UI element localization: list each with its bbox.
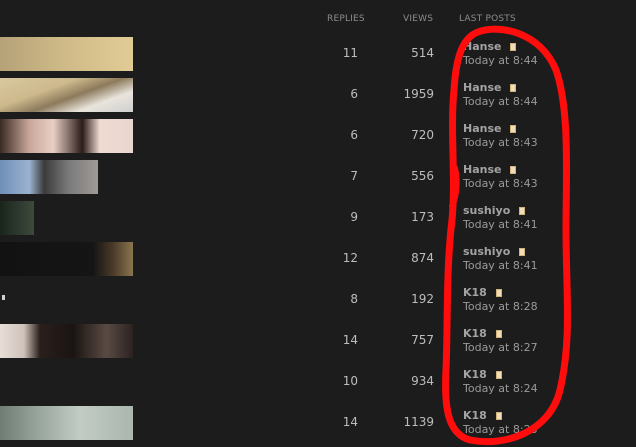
last-post-time: Today at 8:24 bbox=[463, 382, 538, 395]
replies-count: 10 bbox=[342, 374, 358, 388]
last-post-time: Today at 8:44 bbox=[463, 95, 538, 108]
username: Hanse bbox=[463, 122, 502, 135]
go-to-post-icon[interactable] bbox=[495, 289, 502, 297]
views-count: 192 bbox=[411, 292, 434, 306]
replies-count: 11 bbox=[342, 46, 358, 60]
username: sushiyo bbox=[463, 245, 511, 258]
username: K18 bbox=[463, 286, 487, 299]
views-column-header: VIEWS bbox=[403, 14, 434, 24]
thread-thumbnail[interactable] bbox=[0, 37, 133, 71]
thread-thumbnail[interactable] bbox=[0, 160, 98, 194]
thread-row[interactable]: 6 720 Hanse Today at 8:43 bbox=[0, 119, 636, 160]
replies-count: 7 bbox=[350, 169, 358, 183]
last-post-user-link[interactable]: Hanse bbox=[463, 163, 517, 176]
replies-count: 6 bbox=[350, 128, 358, 142]
username: K18 bbox=[463, 409, 487, 422]
thread-list: REPLIES VIEWS LAST POSTS 11 514 Hanse To… bbox=[0, 0, 636, 447]
thread-title-fragment bbox=[2, 295, 5, 300]
username: K18 bbox=[463, 327, 487, 340]
last-post-time: Today at 8:41 bbox=[463, 218, 538, 231]
thread-thumbnail[interactable] bbox=[0, 119, 133, 153]
go-to-post-icon[interactable] bbox=[510, 84, 517, 92]
last-post-user-link[interactable]: K18 bbox=[463, 286, 502, 299]
views-count: 173 bbox=[411, 210, 434, 224]
views-count: 874 bbox=[411, 251, 434, 265]
thread-row[interactable]: 14 757 K18 Today at 8:27 bbox=[0, 324, 636, 365]
replies-count: 14 bbox=[342, 333, 358, 347]
last-post-time: Today at 8:27 bbox=[463, 341, 538, 354]
go-to-post-icon[interactable] bbox=[510, 125, 517, 133]
thread-row[interactable]: 8 192 K18 Today at 8:28 bbox=[0, 283, 636, 324]
username: Hanse bbox=[463, 163, 502, 176]
last-post-user-link[interactable]: sushiyo bbox=[463, 245, 526, 258]
views-count: 934 bbox=[411, 374, 434, 388]
thread-row[interactable]: 6 1959 Hanse Today at 8:44 bbox=[0, 78, 636, 119]
go-to-post-icon[interactable] bbox=[510, 166, 517, 174]
go-to-post-icon[interactable] bbox=[495, 412, 502, 420]
replies-count: 9 bbox=[350, 210, 358, 224]
username: Hanse bbox=[463, 40, 502, 53]
last-post-user-link[interactable]: Hanse bbox=[463, 81, 517, 94]
last-posts-column-header: LAST POSTS bbox=[459, 14, 516, 24]
views-count: 514 bbox=[411, 46, 434, 60]
thread-thumbnail[interactable] bbox=[0, 242, 133, 276]
replies-count: 12 bbox=[342, 251, 358, 265]
last-post-time: Today at 8:28 bbox=[463, 300, 538, 313]
views-count: 556 bbox=[411, 169, 434, 183]
username: Hanse bbox=[463, 81, 502, 94]
go-to-post-icon[interactable] bbox=[519, 207, 526, 215]
last-post-time: Today at 8:44 bbox=[463, 54, 538, 67]
thread-thumbnail[interactable] bbox=[0, 201, 34, 235]
thread-row[interactable]: 9 173 sushiyo Today at 8:41 bbox=[0, 201, 636, 242]
thread-thumbnail[interactable] bbox=[0, 78, 133, 112]
go-to-post-icon[interactable] bbox=[495, 371, 502, 379]
last-post-user-link[interactable]: K18 bbox=[463, 409, 502, 422]
thread-thumbnail[interactable] bbox=[0, 324, 133, 358]
last-post-time: Today at 8:43 bbox=[463, 177, 538, 190]
last-post-time: Today at 8:41 bbox=[463, 259, 538, 272]
last-post-user-link[interactable]: K18 bbox=[463, 327, 502, 340]
go-to-post-icon[interactable] bbox=[510, 43, 517, 51]
replies-count: 8 bbox=[350, 292, 358, 306]
thread-row[interactable]: 10 934 K18 Today at 8:24 bbox=[0, 365, 636, 406]
username: sushiyo bbox=[463, 204, 511, 217]
go-to-post-icon[interactable] bbox=[495, 330, 502, 338]
thread-row[interactable]: 14 1139 K18 Today at 8:23 bbox=[0, 406, 636, 447]
go-to-post-icon[interactable] bbox=[519, 248, 526, 256]
replies-column-header: REPLIES bbox=[327, 14, 365, 24]
thread-row[interactable]: 7 556 Hanse Today at 8:43 bbox=[0, 160, 636, 201]
last-post-time: Today at 8:43 bbox=[463, 136, 538, 149]
replies-count: 6 bbox=[350, 87, 358, 101]
username: K18 bbox=[463, 368, 487, 381]
last-post-time: Today at 8:23 bbox=[463, 423, 538, 436]
thread-row[interactable]: 12 874 sushiyo Today at 8:41 bbox=[0, 242, 636, 283]
last-post-user-link[interactable]: sushiyo bbox=[463, 204, 526, 217]
views-count: 720 bbox=[411, 128, 434, 142]
last-post-user-link[interactable]: Hanse bbox=[463, 40, 517, 53]
thread-thumbnail[interactable] bbox=[0, 406, 133, 440]
last-post-user-link[interactable]: K18 bbox=[463, 368, 502, 381]
views-count: 1139 bbox=[403, 415, 434, 429]
views-count: 757 bbox=[411, 333, 434, 347]
replies-count: 14 bbox=[342, 415, 358, 429]
thread-row[interactable]: 11 514 Hanse Today at 8:44 bbox=[0, 37, 636, 78]
last-post-user-link[interactable]: Hanse bbox=[463, 122, 517, 135]
views-count: 1959 bbox=[403, 87, 434, 101]
